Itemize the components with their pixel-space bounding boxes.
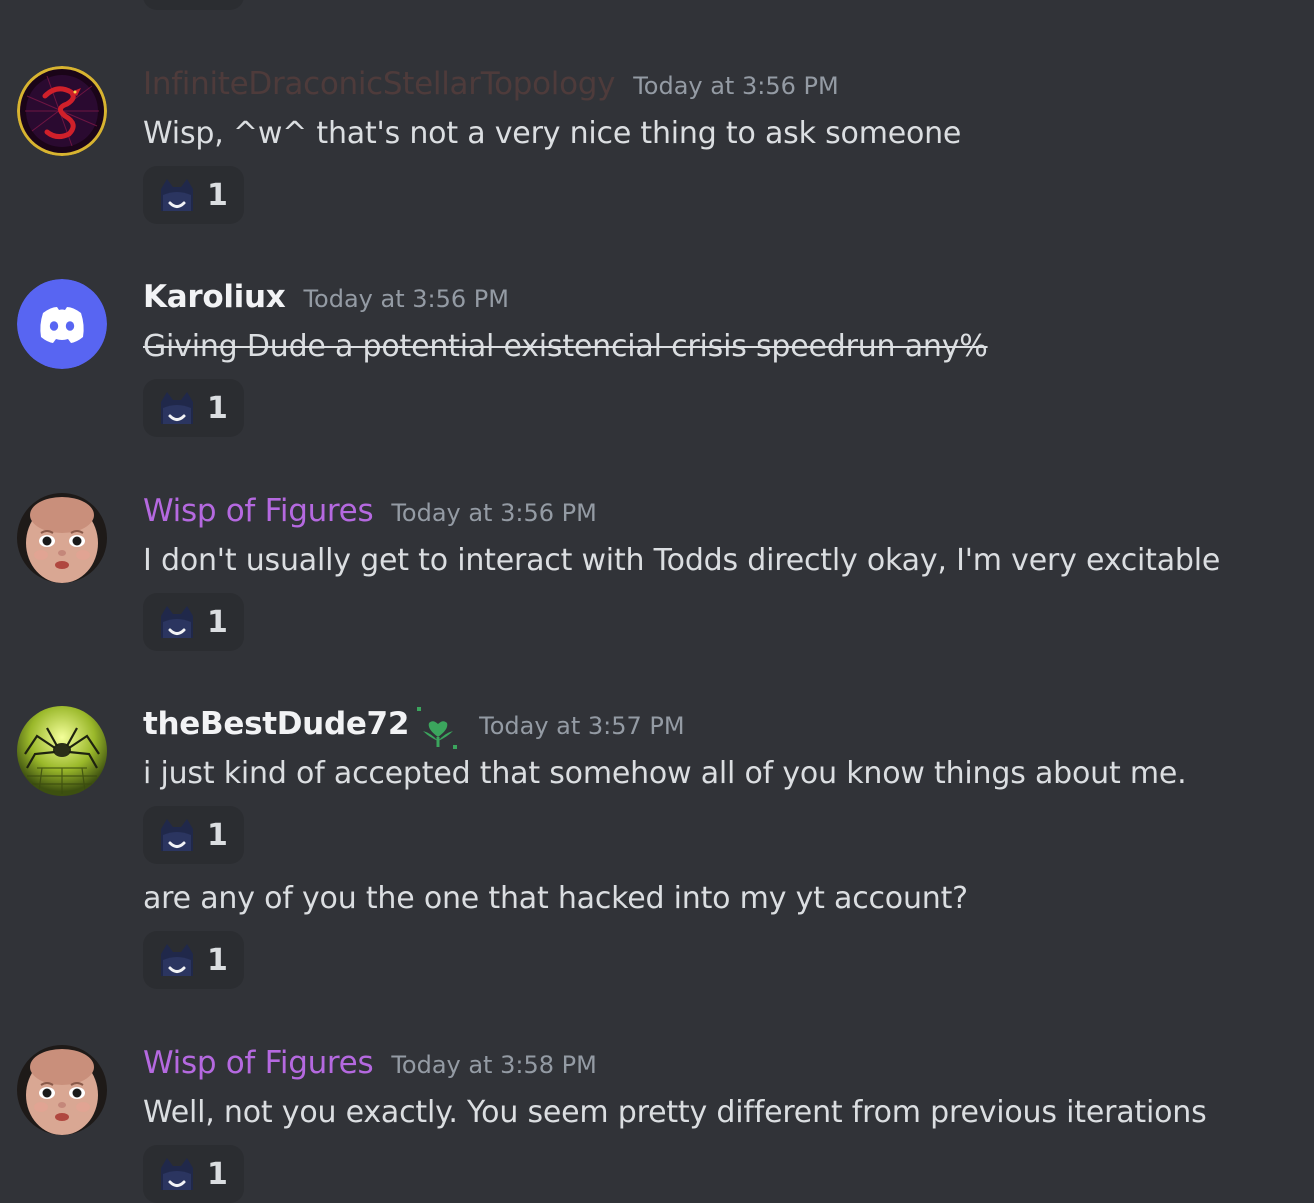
timestamp[interactable]: Today at 3:57 PM xyxy=(479,712,685,740)
doll-face-avatar-icon xyxy=(17,493,107,583)
timestamp[interactable]: Today at 3:56 PM xyxy=(391,499,597,527)
username[interactable]: Wisp of Figures xyxy=(143,1045,374,1081)
timestamp[interactable]: Today at 3:58 PM xyxy=(391,1051,597,1079)
reaction-count: 1 xyxy=(207,177,228,213)
spider-avatar-icon xyxy=(17,706,107,796)
cat-face-emoji-icon xyxy=(157,175,197,215)
username[interactable]: theBestDude72 xyxy=(143,706,409,742)
cat-face-emoji-icon xyxy=(157,1154,197,1194)
message-content: Giving Dude a potential existencial cris… xyxy=(143,329,988,364)
reaction-pill[interactable]: 1 xyxy=(143,806,244,864)
reaction-count: 1 xyxy=(207,817,228,853)
reaction-pill[interactable]: 1 xyxy=(143,166,244,224)
timestamp[interactable]: Today at 3:56 PM xyxy=(303,285,509,313)
reaction-count: 1 xyxy=(207,390,228,426)
avatar[interactable] xyxy=(17,279,107,369)
cat-face-emoji-icon xyxy=(157,815,197,855)
cat-face-emoji-icon xyxy=(157,940,197,980)
reaction-pill[interactable]: 1 xyxy=(143,379,244,437)
username[interactable]: Wisp of Figures xyxy=(143,493,374,529)
avatar[interactable] xyxy=(17,493,107,583)
cat-face-emoji-icon xyxy=(157,602,197,642)
heart-plant-badge-icon[interactable] xyxy=(415,707,461,753)
avatar[interactable] xyxy=(17,1045,107,1135)
doll-face-avatar-icon xyxy=(17,1045,107,1135)
avatar[interactable] xyxy=(17,706,107,796)
reaction-pill[interactable]: 1 xyxy=(143,931,244,989)
discord-default-avatar-icon xyxy=(17,279,107,369)
message-header: InfiniteDraconicStellarTopology Today at… xyxy=(143,66,839,106)
partial-reaction-pill[interactable] xyxy=(143,0,244,10)
message-content: I don't usually get to interact with Tod… xyxy=(143,543,1221,578)
timestamp[interactable]: Today at 3:56 PM xyxy=(633,72,839,100)
reaction-pill[interactable]: 1 xyxy=(143,1145,244,1203)
message-header: theBestDude72 Today at 3:57 PM xyxy=(143,706,685,749)
reaction-count: 1 xyxy=(207,604,228,640)
dragon-avatar-icon xyxy=(17,66,107,156)
message-header: Karoliux Today at 3:56 PM xyxy=(143,279,509,319)
reaction-pill[interactable]: 1 xyxy=(143,593,244,651)
message-header: Wisp of Figures Today at 3:56 PM xyxy=(143,493,597,533)
username[interactable]: InfiniteDraconicStellarTopology xyxy=(143,66,615,102)
reaction-count: 1 xyxy=(207,942,228,978)
message-content: i just kind of accepted that somehow all… xyxy=(143,756,1187,791)
avatar[interactable] xyxy=(17,66,107,156)
message-content: Well, not you exactly. You seem pretty d… xyxy=(143,1095,1207,1130)
message-content: Wisp, ^w^ that's not a very nice thing t… xyxy=(143,116,962,151)
reaction-count: 1 xyxy=(207,1156,228,1192)
username[interactable]: Karoliux xyxy=(143,279,286,315)
cat-face-emoji-icon xyxy=(157,388,197,428)
message-header: Wisp of Figures Today at 3:58 PM xyxy=(143,1045,597,1085)
followup-message-content: are any of you the one that hacked into … xyxy=(143,881,968,916)
